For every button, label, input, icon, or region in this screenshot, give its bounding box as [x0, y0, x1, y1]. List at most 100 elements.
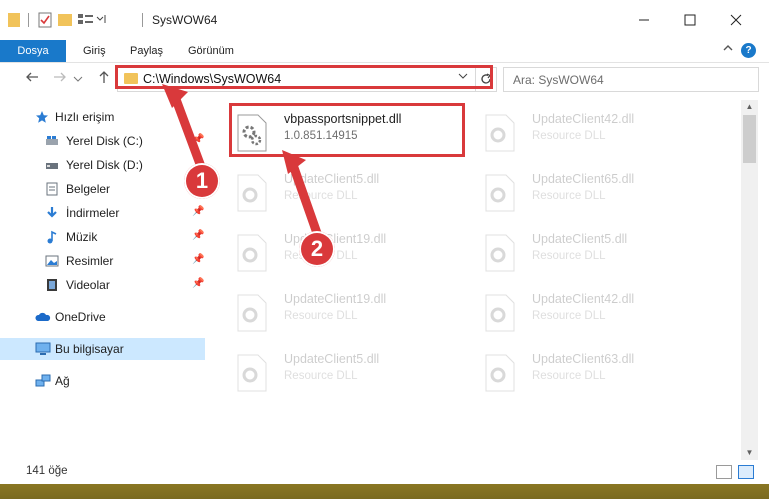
file-name: UpdateClient19.dll — [284, 292, 387, 306]
dll-settings-icon — [237, 174, 267, 212]
download-icon — [45, 206, 59, 220]
videos-icon — [45, 278, 59, 292]
sidebar-item-label: Bu bilgisayar — [55, 342, 124, 356]
recent-locations-button[interactable] — [72, 69, 84, 89]
tab-view[interactable]: Görünüm — [188, 40, 234, 62]
tab-home[interactable]: Giriş — [83, 40, 106, 62]
sidebar-item-label: Belgeler — [66, 182, 111, 196]
file-name: UpdateClient65.dll — [532, 172, 635, 186]
pin-icon[interactable]: 📌 — [192, 206, 204, 217]
sidebar-item-label: OneDrive — [55, 310, 106, 324]
file-name: vbpassportsnippet.dll — [284, 112, 402, 126]
dll-settings-icon — [485, 174, 515, 212]
file-description: Resource DLL — [284, 310, 358, 322]
file-name: UpdateClient5.dll — [284, 172, 380, 186]
file-item[interactable]: UpdateClient65.dll Resource DLL — [480, 166, 710, 214]
dll-settings-icon — [237, 294, 267, 332]
sidebar-item-this-pc[interactable]: Bu bilgisayar — [0, 338, 205, 360]
sidebar-item-network[interactable]: Ağ — [0, 370, 205, 392]
pin-icon[interactable]: 📌 — [192, 230, 204, 241]
sidebar-item-local-disk-c[interactable]: Yerel Disk (C:) 📌 — [0, 130, 205, 152]
sidebar-item-onedrive[interactable]: OneDrive — [0, 306, 205, 328]
item-count: 141 öğe — [26, 465, 68, 477]
sidebar-item-label: Hızlı erişim — [55, 110, 115, 124]
step-2-badge: 2 — [299, 231, 335, 267]
file-name: UpdateClient63.dll — [532, 352, 635, 366]
back-arrow-icon — [26, 72, 38, 82]
forward-button[interactable] — [50, 69, 70, 89]
scrollbar-thumb[interactable] — [743, 115, 756, 163]
file-item-focused[interactable]: vbpassportsnippet.dll 1.0.851.14915 — [229, 103, 465, 157]
dll-settings-icon — [237, 114, 267, 152]
file-name: UpdateClient42.dll — [532, 112, 635, 126]
sidebar-item-downloads[interactable]: İndirmeler 📌 — [0, 202, 205, 224]
forward-arrow-icon — [54, 72, 66, 82]
file-item[interactable]: UpdateClient42.dll Resource DLL — [480, 286, 710, 334]
customize-quick-access-icon[interactable] — [78, 12, 106, 26]
navigation-pane: Hızlı erişim Yerel Disk (C:) 📌 Yerel Dis… — [0, 100, 210, 460]
pin-icon[interactable]: 📌 — [192, 134, 204, 145]
file-description: Resource DLL — [532, 370, 606, 382]
minimize-button[interactable] — [621, 0, 667, 40]
help-button[interactable]: ? — [741, 43, 756, 58]
file-version: 1.0.851.14915 — [284, 130, 358, 142]
separator — [142, 13, 143, 27]
tab-share[interactable]: Paylaş — [130, 40, 163, 62]
sidebar-item-label: Resimler — [66, 254, 114, 268]
sidebar-item-local-disk-d[interactable]: Yerel Disk (D:) — [0, 154, 205, 176]
star-icon — [35, 110, 49, 124]
tab-file[interactable]: Dosya — [0, 40, 66, 62]
computer-icon — [35, 342, 51, 356]
step-1-badge: 1 — [184, 163, 220, 199]
file-item[interactable]: UpdateClient42.dll Resource DLL — [480, 106, 710, 154]
separator — [28, 13, 29, 27]
sidebar-item-documents[interactable]: Belgeler 📌 — [0, 178, 205, 200]
scroll-down-icon[interactable]: ▼ — [741, 448, 758, 457]
file-item[interactable]: UpdateClient19.dll Resource DLL — [232, 226, 462, 274]
network-icon — [35, 374, 51, 388]
music-icon — [45, 230, 59, 244]
dll-settings-icon — [485, 234, 515, 272]
sidebar-item-pictures[interactable]: Resimler 📌 — [0, 250, 205, 272]
dll-settings-icon — [237, 234, 267, 272]
expand-ribbon-icon[interactable] — [722, 42, 734, 57]
title-bar: SysWOW64 — [0, 0, 769, 40]
up-button[interactable] — [94, 69, 114, 89]
new-folder-icon[interactable] — [58, 14, 72, 26]
file-description: Resource DLL — [284, 190, 358, 202]
sidebar-item-quick-access[interactable]: Hızlı erişim — [0, 106, 205, 128]
vertical-scrollbar[interactable]: ▲ ▼ — [741, 100, 758, 460]
large-icons-view-icon[interactable] — [738, 465, 754, 479]
file-item[interactable]: UpdateClient5.dll Resource DLL — [480, 226, 710, 274]
file-item[interactable]: UpdateClient5.dll Resource DLL — [232, 166, 462, 214]
file-item[interactable]: UpdateClient19.dll Resource DLL — [232, 286, 462, 334]
file-item[interactable]: UpdateClient63.dll Resource DLL — [480, 346, 710, 394]
details-view-icon[interactable] — [716, 465, 732, 479]
sidebar-item-label: Ağ — [55, 374, 70, 388]
file-name: UpdateClient42.dll — [532, 292, 635, 306]
file-description: Resource DLL — [532, 250, 606, 262]
scroll-up-icon[interactable]: ▲ — [741, 102, 758, 111]
documents-icon — [45, 182, 59, 196]
ribbon-tabs: Dosya Giriş Paylaş Görünüm ? — [0, 40, 769, 63]
sidebar-item-label: Yerel Disk (D:) — [66, 158, 143, 172]
dll-settings-icon — [237, 354, 267, 392]
pictures-icon — [45, 254, 59, 268]
file-description: Resource DLL — [532, 310, 606, 322]
back-button[interactable] — [22, 69, 42, 89]
pin-icon[interactable]: 📌 — [192, 254, 204, 265]
search-input[interactable]: Ara: SysWOW64 — [503, 67, 759, 92]
close-icon — [730, 14, 742, 26]
properties-icon[interactable] — [38, 12, 52, 28]
maximize-button[interactable] — [667, 0, 713, 40]
drive-icon — [45, 158, 59, 172]
dll-settings-icon — [485, 354, 515, 392]
pin-icon[interactable]: 📌 — [192, 278, 204, 289]
file-item[interactable]: UpdateClient5.dll Resource DLL — [232, 346, 462, 394]
sidebar-item-label: Videolar — [66, 278, 110, 292]
close-button[interactable] — [713, 0, 759, 40]
sidebar-item-music[interactable]: Müzik 📌 — [0, 226, 205, 248]
maximize-icon — [684, 14, 696, 26]
cloud-icon — [35, 310, 51, 324]
sidebar-item-videos[interactable]: Videolar 📌 — [0, 274, 205, 296]
